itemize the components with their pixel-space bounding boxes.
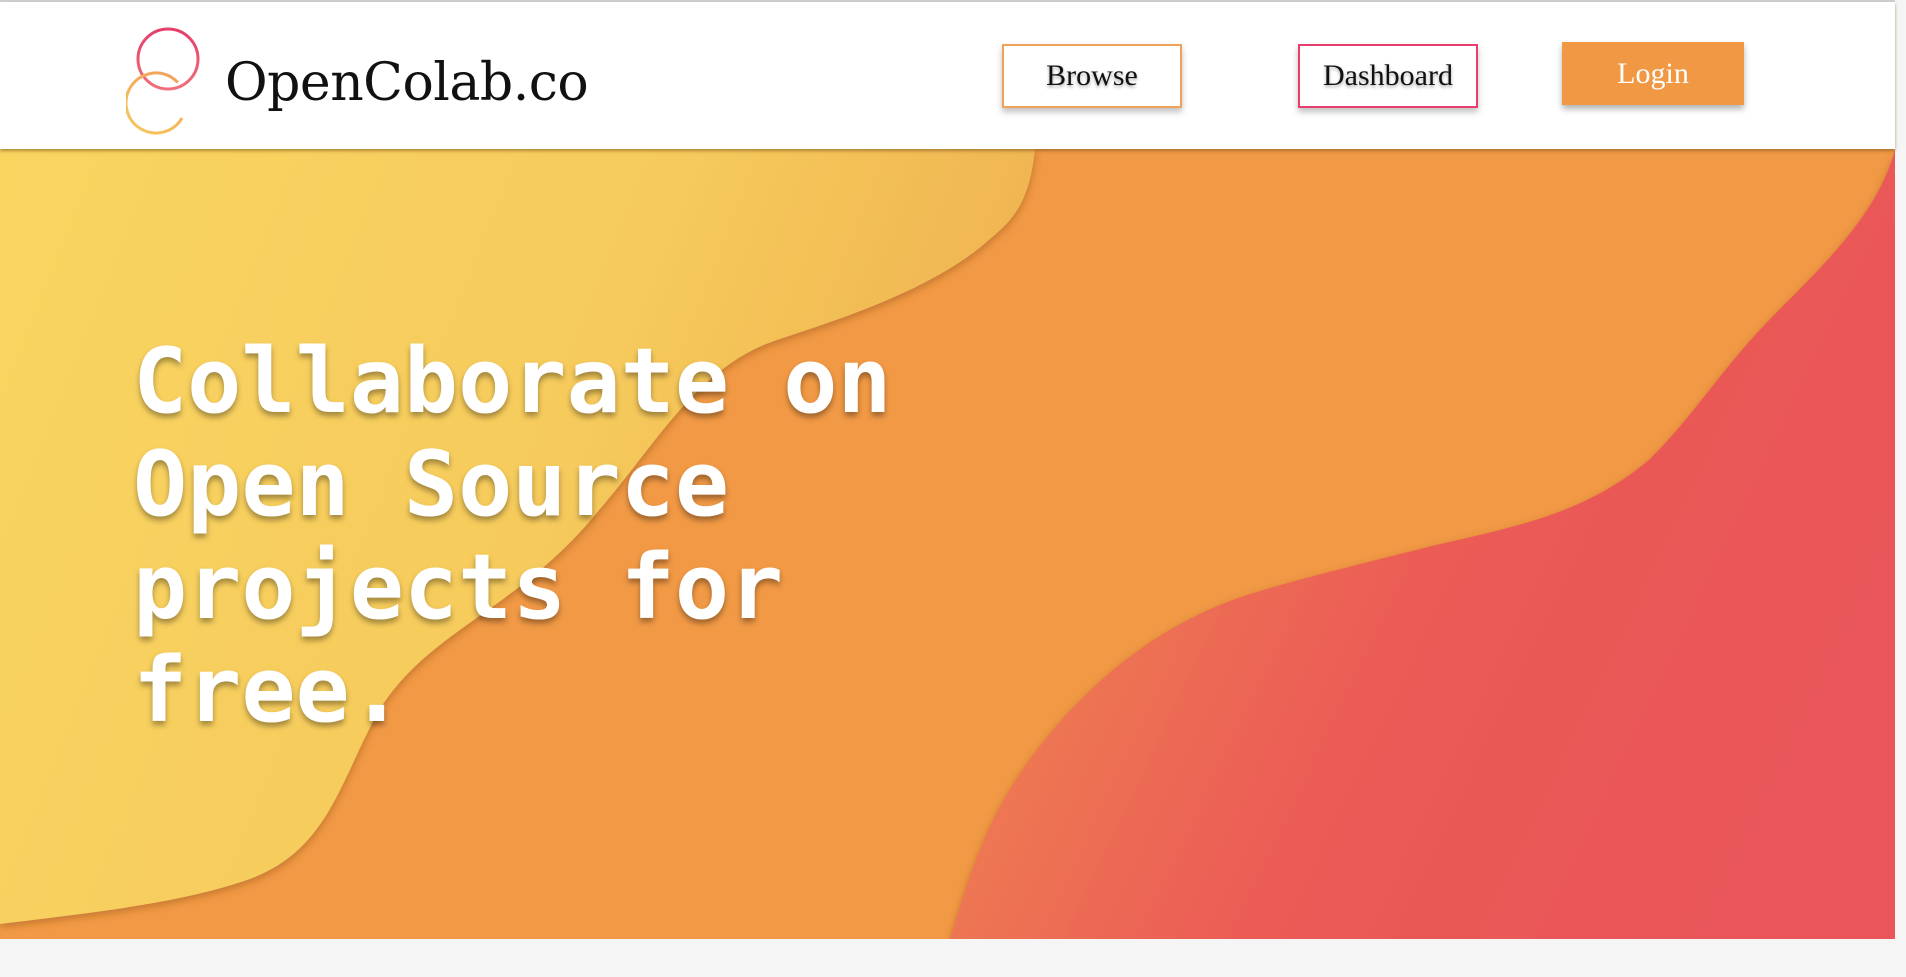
- dashboard-button[interactable]: Dashboard: [1298, 44, 1478, 108]
- brand-name[interactable]: OpenColab.co: [225, 57, 589, 109]
- headline-line-3: projects for: [133, 535, 784, 640]
- navbar: OpenColab.co Browse Dashboard Login: [0, 2, 1895, 149]
- page: OpenColab.co Browse Dashboard Login Coll…: [0, 0, 1895, 977]
- right-gutter: [1895, 0, 1906, 977]
- browse-button[interactable]: Browse: [1002, 44, 1182, 108]
- headline-line-2: Open Source: [133, 432, 730, 537]
- login-button[interactable]: Login: [1562, 42, 1744, 105]
- hero-headline: Collaborate on Open Source projects for …: [133, 330, 892, 742]
- headline-line-1: Collaborate on: [133, 329, 892, 434]
- headline-line-4: free.: [133, 638, 404, 743]
- interlocking-rings-logo-icon[interactable]: [126, 27, 206, 137]
